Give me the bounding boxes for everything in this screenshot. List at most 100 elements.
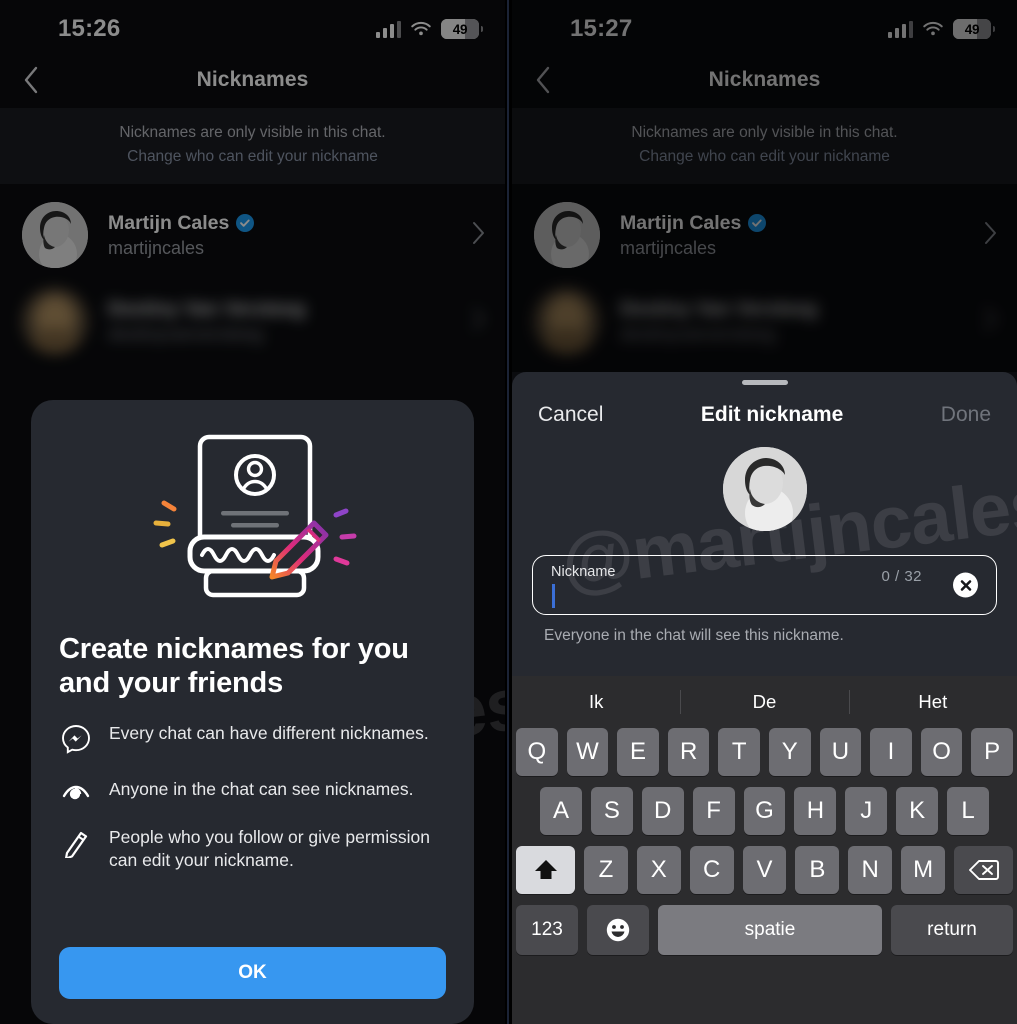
return-key[interactable]: return: [891, 905, 1013, 955]
page-title: Nicknames: [708, 68, 821, 91]
onscreen-keyboard: Ik De Het Q W E R T Y U I O P A S D F G …: [512, 676, 1017, 1024]
chevron-right-icon[interactable]: [984, 307, 997, 336]
profile-avatar: [722, 447, 807, 531]
shift-up-arrow-icon[interactable]: [516, 846, 575, 894]
messenger-icon: [59, 722, 93, 754]
key-z[interactable]: Z: [584, 846, 628, 894]
contact-handle: destinyvanversteeg: [620, 323, 776, 344]
right-contacts-list: Martijn Cales martijncales Destiny Van V…: [512, 184, 1017, 364]
text-caret: [552, 584, 555, 608]
nickname-card-pencil-illustration: [59, 400, 446, 630]
list-item: People who you follow or give permission…: [59, 826, 446, 872]
list-item: Every chat can have different nicknames.: [59, 722, 446, 754]
right-subheader: Nicknames are only visible in this chat.…: [512, 108, 1017, 184]
avatar: [534, 202, 600, 268]
key-x[interactable]: X: [636, 846, 681, 894]
verified-badge-icon: [748, 214, 767, 232]
key-a[interactable]: A: [540, 787, 582, 835]
sheet-header: Cancel Edit nickname Done: [512, 385, 1017, 427]
chevron-left-icon[interactable]: [526, 63, 560, 97]
cancel-button[interactable]: Cancel: [538, 403, 603, 427]
status-time: 15:27: [570, 15, 633, 42]
list-item-label: Anyone in the chat can see nicknames.: [109, 779, 414, 799]
key-n[interactable]: N: [848, 846, 893, 894]
status-indicators: 49: [887, 19, 995, 39]
done-button[interactable]: Done: [941, 403, 991, 427]
battery-level: 49: [964, 21, 980, 37]
key-p[interactable]: P: [971, 728, 1013, 776]
contact-name-row: Destiny Van Versteeg: [620, 298, 984, 321]
key-i[interactable]: I: [870, 728, 912, 776]
key-l[interactable]: L: [947, 787, 990, 835]
modal-bullet-list: Every chat can have different nicknames.…: [59, 722, 446, 872]
suggestion-0[interactable]: Ik: [512, 691, 680, 713]
suggestion-1[interactable]: De: [680, 691, 848, 713]
contact-texts: Destiny Van Versteeg destinyvanversteeg: [620, 298, 984, 345]
emoji-smiley-icon[interactable]: [587, 905, 649, 955]
contact-handle: martijncales: [620, 237, 717, 258]
key-v[interactable]: V: [742, 846, 787, 894]
right-phone-screen: 15:27 49 Nicknames Nicknames are only vi…: [512, 0, 1017, 1024]
key-e[interactable]: E: [617, 728, 659, 776]
keyboard-row-1: Q W E R T Y U I O P: [512, 728, 1017, 776]
key-b[interactable]: B: [795, 846, 840, 894]
contact-row[interactable]: Martijn Cales martijncales: [512, 192, 1017, 278]
subheader-line-1: Nicknames are only visible in this chat.: [631, 124, 898, 141]
key-k[interactable]: K: [896, 787, 939, 835]
key-f[interactable]: F: [692, 787, 735, 835]
key-d[interactable]: D: [641, 787, 684, 835]
nickname-field-hint: Everyone in the chat will see this nickn…: [544, 627, 844, 644]
nickname-input-label: Nickname: [551, 564, 616, 580]
ok-button[interactable]: OK: [59, 947, 446, 999]
edit-nickname-sheet: Cancel Edit nickname Done @martijncales …: [512, 372, 1017, 1024]
right-status-bar: 15:27 49: [512, 0, 1017, 52]
right-nav-bar: Nicknames: [512, 52, 1017, 108]
contact-name: Martijn Cales: [620, 211, 742, 234]
key-r[interactable]: R: [667, 728, 710, 776]
key-u[interactable]: U: [819, 728, 862, 776]
sheet-title: Edit nickname: [700, 403, 844, 426]
keyboard-suggestion-bar: Ik De Het: [512, 676, 1017, 728]
list-item-label: People who you follow or give permission…: [109, 827, 430, 870]
keyboard-row-2: A S D F G H J K L: [512, 787, 1017, 835]
contact-name-row: Martijn Cales: [620, 212, 984, 235]
backspace-delete-icon[interactable]: [954, 846, 1014, 894]
key-q[interactable]: Q: [516, 728, 558, 776]
key-m[interactable]: M: [901, 846, 946, 894]
pencil-icon: [59, 826, 93, 858]
nicknames-intro-modal: Create nicknames for you and your friend…: [31, 400, 474, 1024]
avatar: [534, 288, 600, 354]
space-key[interactable]: spatie: [658, 905, 882, 955]
numbers-key[interactable]: 123: [516, 905, 578, 955]
change-nickname-permission-link[interactable]: Change who can edit your nickname: [542, 146, 987, 168]
nickname-field-wrapper: Nickname 0 / 32 Everyone in the chat wil…: [532, 555, 997, 645]
key-g[interactable]: G: [743, 787, 786, 835]
cellular-signal-icon: [887, 20, 913, 38]
visibility-eye-icon: [59, 778, 93, 802]
key-o[interactable]: O: [920, 728, 963, 776]
battery-icon: 49: [953, 19, 995, 39]
key-h[interactable]: H: [794, 787, 837, 835]
modal-title: Create nicknames for you and your friend…: [59, 633, 409, 699]
list-item-label: Every chat can have different nicknames.: [109, 723, 429, 743]
dual-screenshot-stage: 15:26 49 Nicknames Nicknames are only vi…: [0, 0, 1017, 1024]
keyboard-row-4: 123 spatie return: [512, 905, 1017, 955]
key-c[interactable]: C: [689, 846, 734, 894]
panel-divider: [505, 0, 512, 1024]
list-item: Anyone in the chat can see nicknames.: [59, 778, 446, 802]
key-s[interactable]: S: [590, 787, 633, 835]
clear-x-icon[interactable]: [953, 572, 978, 598]
keyboard-row-3: Z X C V B N M: [512, 846, 1017, 894]
nickname-input[interactable]: Nickname 0 / 32: [532, 555, 997, 615]
key-w[interactable]: W: [566, 728, 609, 776]
battery-level: 49: [452, 21, 468, 37]
suggestion-2[interactable]: Het: [849, 691, 1017, 713]
contact-name: Destiny Van Versteeg: [620, 297, 818, 320]
key-y[interactable]: Y: [769, 728, 811, 776]
contact-row[interactable]: Destiny Van Versteeg destinyvanversteeg: [512, 278, 1017, 364]
key-t[interactable]: T: [718, 728, 760, 776]
chevron-right-icon[interactable]: [984, 221, 997, 250]
key-j[interactable]: J: [845, 787, 888, 835]
left-phone-screen: 15:26 49 Nicknames Nicknames are only vi…: [0, 0, 505, 1024]
character-counter: 0 / 32: [881, 568, 922, 585]
